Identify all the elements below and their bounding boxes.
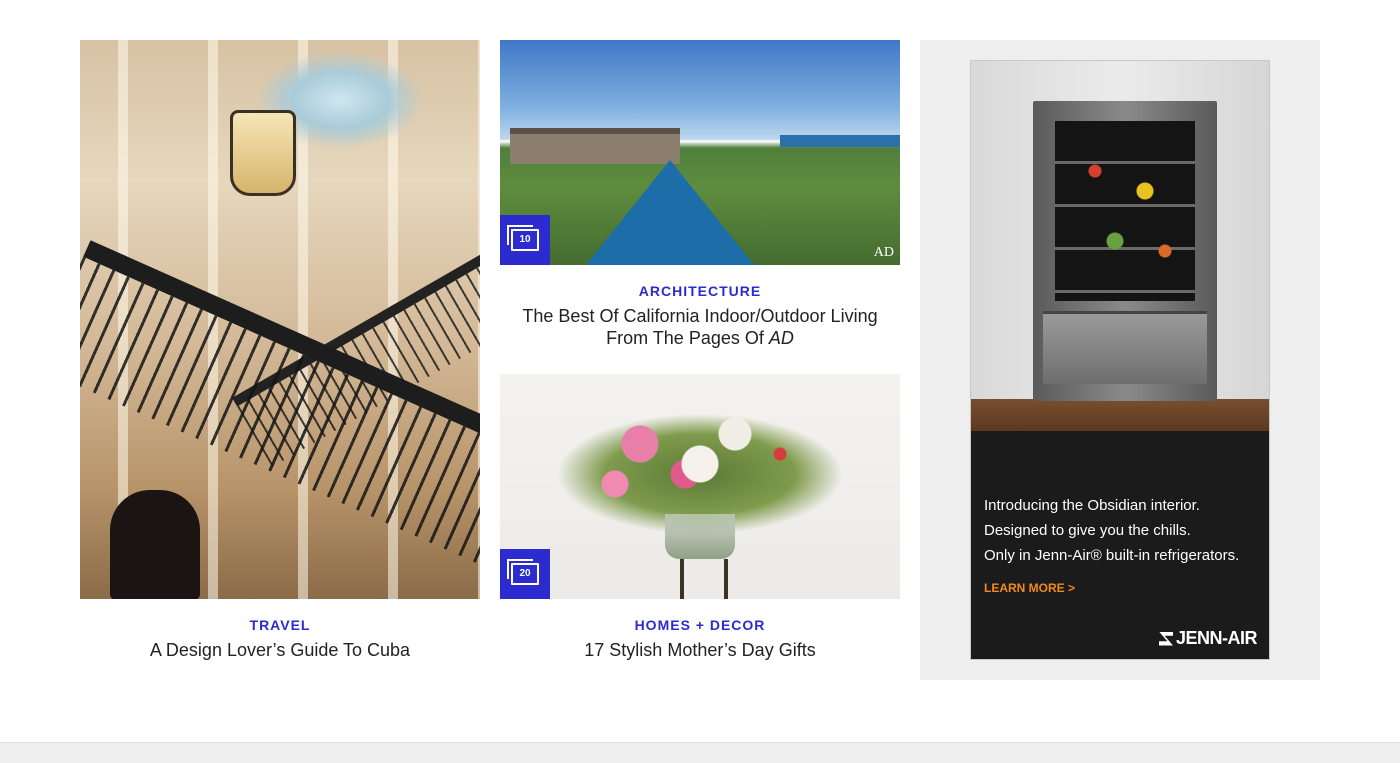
- ad-line1: Introducing the Obsidian interior.: [984, 497, 1200, 514]
- headline-line1: The Best Of California Indoor/Outdoor Li…: [522, 306, 878, 326]
- card-headline[interactable]: The Best Of California Indoor/Outdoor Li…: [500, 305, 900, 349]
- ad-floor-graphic: [971, 399, 1269, 431]
- sea-graphic: [780, 135, 900, 147]
- card-headline[interactable]: 17 Stylish Mother’s Day Gifts: [500, 639, 900, 661]
- gallery-count: 20: [519, 568, 531, 579]
- gallery-icon: 10: [507, 225, 539, 251]
- gallery-badge[interactable]: 10: [500, 215, 550, 265]
- brand-logo: JENN-AIR: [1158, 628, 1258, 649]
- footer-bar: [0, 742, 1400, 763]
- travel-image[interactable]: [80, 40, 480, 599]
- vase-graphic: [665, 514, 735, 559]
- house-graphic: [510, 128, 680, 164]
- lantern-graphic: [230, 110, 296, 196]
- card-category[interactable]: TRAVEL: [80, 617, 480, 633]
- card-category[interactable]: ARCHITECTURE: [500, 283, 900, 299]
- watermark-text: AD: [873, 245, 894, 260]
- magazine-name: AD: [768, 328, 794, 348]
- gallery-badge[interactable]: 20: [500, 549, 550, 599]
- fridge-drawer-graphic: [1043, 311, 1207, 384]
- ad-line3: Only in Jenn-Air® built-in refrigerators…: [984, 547, 1240, 564]
- gallery-icon: 20: [507, 559, 539, 585]
- statue-graphic: [110, 490, 200, 599]
- headline-line2-prefix: From The Pages Of: [606, 328, 769, 348]
- brand-logo-icon: [1158, 631, 1173, 646]
- fridge-interior-graphic: [1055, 121, 1195, 301]
- ad-copy: Introducing the Obsidian interior. Desig…: [984, 493, 1264, 568]
- brand-name: JENN-AIR: [1175, 628, 1258, 648]
- homes-decor-image[interactable]: [500, 374, 900, 599]
- advertisement[interactable]: Introducing the Obsidian interior. Desig…: [970, 60, 1270, 660]
- ad-line2: Designed to give you the chills.: [984, 522, 1191, 539]
- architecture-image[interactable]: AD: [500, 40, 900, 265]
- learn-more-link[interactable]: LEARN MORE >: [984, 581, 1075, 595]
- card-headline[interactable]: A Design Lover’s Guide To Cuba: [80, 639, 480, 661]
- refrigerator-graphic: [1033, 101, 1217, 401]
- card-category[interactable]: HOMES + DECOR: [500, 617, 900, 633]
- gallery-count: 10: [519, 234, 531, 245]
- stand-graphic: [680, 559, 728, 599]
- pool-graphic: [582, 160, 758, 265]
